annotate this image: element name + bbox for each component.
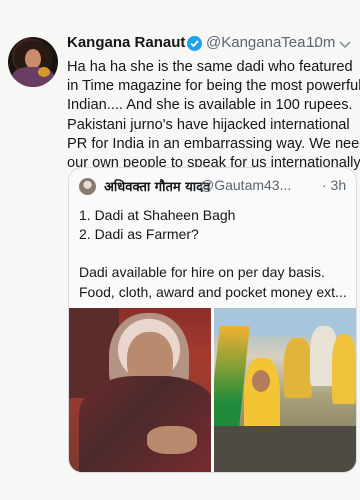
tweet-text-line: Indian.... And she is available in 100 r… [67,97,353,114]
quoted-text-line: Food, cloth, award and pocket money ext.… [79,283,347,300]
tweet-text-line: in Time magazine for being the most powe… [67,78,360,95]
verified-badge-icon [187,36,202,51]
tweet-text-line: Ha ha ha she is the same dadi who featur… [67,59,353,75]
tweet-header: Kangana Ranaut @KanganaTea... · 10m [67,33,355,57]
quoted-media [69,308,356,472]
quoted-photo-elderly-woman[interactable] [69,308,211,472]
quoted-tweet-text: 1. Dadi at Shaheen Bagh 2. Dadi as Farme… [79,206,349,302]
photo-marcher [332,334,356,404]
quoted-author-name[interactable]: अधिवक्ता गौतम यादव [104,177,210,195]
quoted-author-avatar[interactable] [79,178,96,195]
quoted-tweet-time[interactable]: · 3h [322,177,346,193]
author-name[interactable]: Kangana Ranaut [67,34,185,51]
quoted-text-line [79,244,349,263]
tweet[interactable]: Kangana Ranaut @KanganaTea... · 10m Ha h… [0,0,360,500]
quoted-text-line: Dadi available for hire on per day basis… [79,264,325,281]
author-avatar[interactable] [8,37,58,87]
tweet-text: Ha ha ha she is the same dadi who featur… [67,58,360,173]
avatar-face [25,49,41,69]
photo-hand [147,426,197,454]
tweet-time[interactable]: · 10m [297,34,335,51]
chevron-down-icon[interactable] [337,36,353,52]
photo-marcher-face [252,370,270,392]
avatar-accent [38,67,50,77]
tweet-text-line: Pakistani jurno's have hijacked internat… [67,116,350,133]
tweet-text-line: PR for India in an embarrassing way. We … [67,135,360,152]
photo-shawl [79,376,211,472]
photo-road [214,426,356,472]
quoted-photo-farmers-march[interactable] [214,308,356,472]
quoted-text-line: 1. Dadi at Shaheen Bagh [79,207,236,223]
photo-marcher [284,338,312,398]
quoted-tweet-card[interactable]: अधिवक्ता गौतम यादव @Gautam43... · 3h 1. … [68,167,357,473]
quoted-text-line: 2. Dadi as Farmer? [79,226,199,243]
quoted-author-handle[interactable]: @Gautam43... [200,177,291,193]
